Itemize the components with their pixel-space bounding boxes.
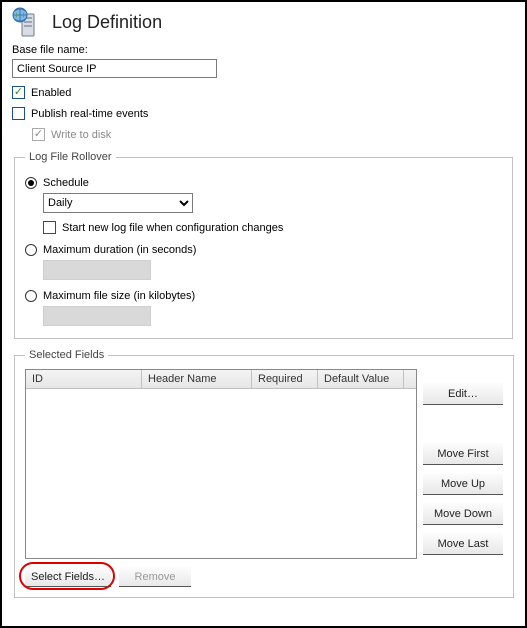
page-title: Log Definition	[52, 12, 162, 33]
fields-table[interactable]: ID Header Name Required Default Value	[25, 369, 417, 559]
col-spacer	[404, 370, 416, 388]
table-header: ID Header Name Required Default Value	[26, 370, 416, 389]
page-header: Log Definition	[12, 6, 515, 38]
max-size-radio[interactable]	[25, 290, 37, 302]
move-down-button[interactable]: Move Down	[423, 503, 503, 525]
enabled-label: Enabled	[31, 87, 71, 99]
write-disk-label: Write to disk	[51, 129, 111, 141]
max-duration-radio[interactable]	[25, 244, 37, 256]
col-default-value[interactable]: Default Value	[318, 370, 404, 388]
max-size-input	[43, 306, 151, 326]
publish-label: Publish real-time events	[31, 108, 148, 120]
schedule-select[interactable]: Daily	[43, 193, 193, 213]
col-id[interactable]: ID	[26, 370, 142, 388]
publish-checkbox[interactable]	[12, 107, 25, 120]
select-fields-button[interactable]: Select Fields…	[25, 567, 111, 587]
remove-button[interactable]: Remove	[119, 567, 191, 587]
max-duration-label: Maximum duration (in seconds)	[43, 244, 196, 256]
start-new-checkbox[interactable]	[43, 221, 56, 234]
server-globe-icon	[12, 6, 44, 38]
schedule-radio[interactable]	[25, 177, 37, 189]
base-file-label: Base file name:	[12, 44, 515, 56]
write-disk-checkbox: ✓	[32, 128, 45, 141]
max-duration-input	[43, 260, 151, 280]
edit-button[interactable]: Edit…	[423, 383, 503, 405]
col-required[interactable]: Required	[252, 370, 318, 388]
schedule-label: Schedule	[43, 177, 89, 189]
selected-fields-group: Selected Fields ID Header Name Required …	[14, 349, 514, 598]
col-header-name[interactable]: Header Name	[142, 370, 252, 388]
move-last-button[interactable]: Move Last	[423, 533, 503, 555]
move-up-button[interactable]: Move Up	[423, 473, 503, 495]
base-file-input[interactable]	[12, 59, 217, 78]
rollover-legend: Log File Rollover	[25, 151, 116, 163]
start-new-label: Start new log file when configuration ch…	[62, 222, 283, 234]
enabled-checkbox[interactable]: ✓	[12, 86, 25, 99]
selected-fields-legend: Selected Fields	[25, 349, 108, 361]
rollover-group: Log File Rollover Schedule Daily Start n…	[14, 151, 513, 339]
move-first-button[interactable]: Move First	[423, 443, 503, 465]
max-size-label: Maximum file size (in kilobytes)	[43, 290, 195, 302]
